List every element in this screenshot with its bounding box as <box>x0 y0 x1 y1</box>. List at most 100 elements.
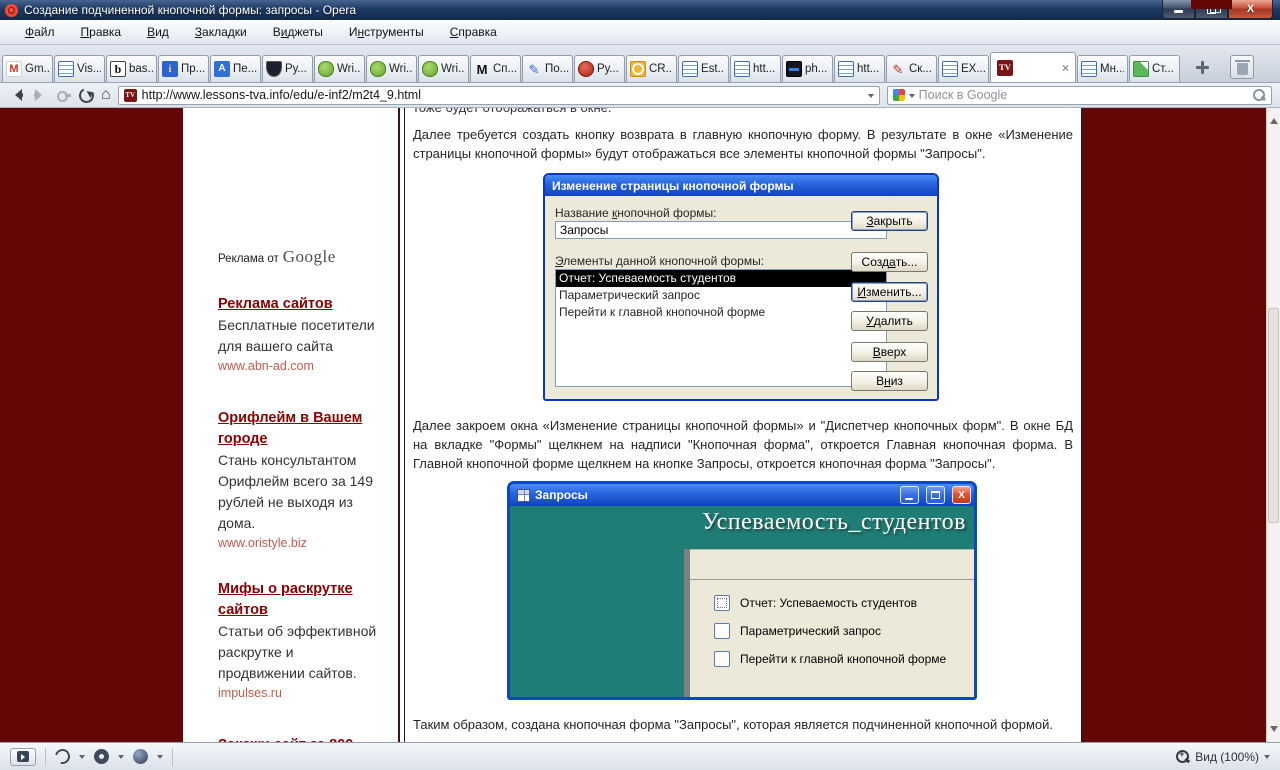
scroll-up-icon[interactable] <box>1270 114 1278 124</box>
search-field[interactable] <box>886 85 1272 105</box>
close-button[interactable]: X <box>1228 0 1273 19</box>
home-button[interactable]: ⌂ <box>101 87 111 103</box>
back-button[interactable] <box>8 87 25 103</box>
delete-button[interactable]: Удалить <box>851 311 928 331</box>
menu-file[interactable]: Файл <box>12 22 68 42</box>
menu-tools[interactable]: Инструменты <box>336 22 437 42</box>
clipped-text-line: тоже будет отображаться в окне. <box>413 108 1073 120</box>
report-button[interactable] <box>714 595 730 611</box>
form-section-line <box>690 579 974 580</box>
form-close-button[interactable]: X <box>952 486 971 504</box>
tab-bas[interactable]: bbas... <box>106 55 157 82</box>
new-tab-button[interactable] <box>1190 56 1214 78</box>
minimize-icon <box>905 498 913 500</box>
search-input[interactable] <box>918 88 1248 102</box>
list-item[interactable]: Параметрический запрос <box>556 287 886 304</box>
shield-icon <box>266 61 282 77</box>
search-icon[interactable] <box>1252 88 1266 102</box>
tab-pe[interactable]: А Пе... <box>210 55 261 82</box>
tab-wri2[interactable]: Wri... <box>366 55 417 82</box>
wand-password-button[interactable] <box>56 88 72 102</box>
ad-title-link[interactable]: Реклама сайтов <box>218 294 384 315</box>
red-dot-icon <box>578 61 594 77</box>
menu-bookmarks[interactable]: Закладки <box>182 22 260 42</box>
ad-title-link[interactable]: Орифлейм в Вашем городе <box>218 408 384 450</box>
panels-toggle-button[interactable] <box>10 747 36 766</box>
tab-sk[interactable]: ✎ Ск... <box>886 55 937 82</box>
scrollbar-thumb[interactable] <box>1268 308 1279 523</box>
tab-vis[interactable]: Vis... <box>54 55 105 82</box>
close-dialog-button[interactable]: Закрыть <box>851 211 928 231</box>
edit-button[interactable]: Изменить... <box>851 282 928 302</box>
move-up-button[interactable]: Вверх <box>851 342 928 362</box>
tab-active-lessons-tva[interactable]: TV × <box>990 52 1076 82</box>
url-dropdown-icon[interactable] <box>867 93 874 101</box>
ad-title-link[interactable]: Мифы о раскрутке сайтов <box>218 579 384 621</box>
menu-help[interactable]: Справка <box>437 22 510 42</box>
tab-cr[interactable]: CR... <box>626 55 677 82</box>
parametric-query-button[interactable] <box>714 623 730 639</box>
forward-button[interactable] <box>32 87 49 103</box>
page-scrollbar[interactable] <box>1266 108 1280 742</box>
green-dot-icon <box>422 61 438 77</box>
form-minimize-button[interactable] <box>900 486 919 504</box>
tab-ph[interactable]: ph... <box>782 55 833 82</box>
tab-mn[interactable]: Мн... <box>1077 55 1128 82</box>
gmail-icon: M <box>6 61 22 77</box>
turbo-icon[interactable] <box>133 749 148 764</box>
tab-pr[interactable]: i Пр... <box>158 55 209 82</box>
unite-dropdown-icon[interactable] <box>118 755 124 762</box>
tv-site-icon: TV <box>997 59 1013 76</box>
reload-button[interactable] <box>76 85 97 105</box>
create-button[interactable]: Созд а ть... <box>851 252 928 272</box>
menu-view[interactable]: Вид <box>134 22 182 42</box>
tab-po[interactable]: ✎ По... <box>522 55 573 82</box>
list-item[interactable]: Отчет: Успеваемость студентов <box>556 270 886 287</box>
page-icon <box>1081 61 1097 77</box>
unite-icon[interactable] <box>94 749 109 764</box>
scroll-down-icon[interactable] <box>1270 726 1278 736</box>
tab-htt2[interactable]: htt... <box>834 55 885 82</box>
form-titlebar: Запросы X <box>510 484 974 506</box>
switchboard-name-input[interactable] <box>555 221 887 239</box>
php-icon <box>786 61 802 77</box>
switchboard-items-listbox[interactable]: Отчет: Успеваемость студентов Параметрич… <box>555 269 887 387</box>
zoom-dropdown-icon[interactable] <box>1264 755 1270 762</box>
tab-est[interactable]: Est... <box>678 55 729 82</box>
url-field[interactable]: TV <box>117 85 880 105</box>
article-column: тоже будет отображаться в окне. Далее тр… <box>405 108 1082 742</box>
ad-title-link[interactable]: Закажи сайт за 800 грн. <box>218 735 384 742</box>
tab-ex[interactable]: EX... <box>938 55 989 82</box>
tab-ru2[interactable]: Ру... <box>574 55 625 82</box>
search-engine-dropdown-icon[interactable] <box>908 93 915 101</box>
move-down-button[interactable]: Вн из <box>851 371 928 391</box>
menu-widgets[interactable]: Виджеты <box>260 22 336 42</box>
tab-gmail[interactable]: MGm... <box>2 55 53 82</box>
paragraph: Далее закроем окна «Изменение страницы к… <box>413 418 1073 471</box>
note-icon <box>1133 61 1149 77</box>
tab-sp[interactable]: M Сп... <box>470 55 521 82</box>
menu-edit[interactable]: Правка <box>68 22 135 42</box>
form-maximize-button[interactable] <box>926 486 945 504</box>
menu-bar: Файл Правка Вид Закладки Виджеты Инструм… <box>0 20 1280 45</box>
closed-tabs-trash-button[interactable] <box>1230 55 1254 79</box>
go-to-main-switchboard-button[interactable] <box>714 651 730 667</box>
clock-icon <box>630 61 646 77</box>
tab-st[interactable]: Ст... <box>1129 55 1180 82</box>
page-icon <box>58 61 74 77</box>
url-input[interactable] <box>141 88 863 102</box>
form-icon <box>517 488 530 502</box>
sync-dropdown-icon[interactable] <box>79 755 85 762</box>
tab-htt1[interactable]: htt... <box>730 55 781 82</box>
list-item[interactable]: Перейти к главной кнопочной форме <box>556 304 886 321</box>
tab-ru1[interactable]: Ру... <box>262 55 313 82</box>
sync-icon[interactable] <box>52 746 73 767</box>
green-dot-icon <box>370 61 386 77</box>
turbo-dropdown-icon[interactable] <box>157 755 163 762</box>
tab-wri1[interactable]: Wri... <box>314 55 365 82</box>
zoom-control[interactable]: + Вид (100%) <box>1175 749 1270 764</box>
site-favicon: TV <box>123 88 137 102</box>
tab-wri3[interactable]: Wri... <box>418 55 469 82</box>
close-tab-icon[interactable]: × <box>1062 61 1069 75</box>
report-label: Отчет: Успеваемость студентов <box>740 596 918 610</box>
